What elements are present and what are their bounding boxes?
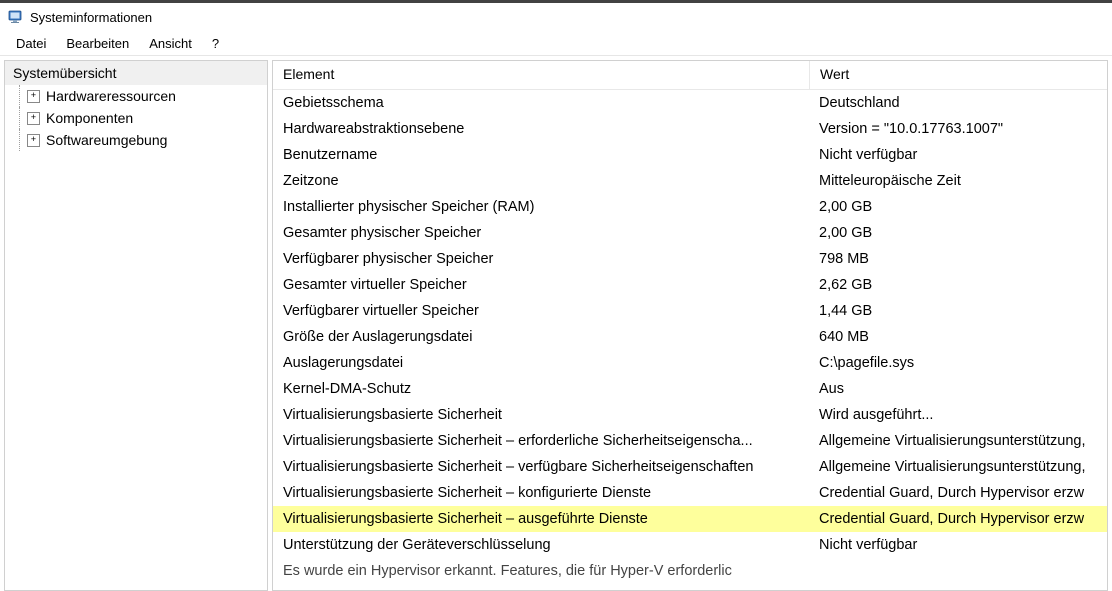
cell-element: Gesamter physischer Speicher: [273, 225, 809, 241]
tree-item-hardwareressourcen[interactable]: + Hardwareressourcen: [13, 85, 267, 107]
table-row[interactable]: Virtualisierungsbasierte Sicherheit – ve…: [273, 454, 1107, 480]
table-row[interactable]: AuslagerungsdateiC:\pagefile.sys: [273, 350, 1107, 376]
table-row[interactable]: ZeitzoneMitteleuropäische Zeit: [273, 168, 1107, 194]
table-row[interactable]: Unterstützung der GeräteverschlüsselungN…: [273, 532, 1107, 558]
title-bar: Systeminformationen: [0, 0, 1112, 31]
table-row[interactable]: Verfügbarer virtueller Speicher1,44 GB: [273, 298, 1107, 324]
table-row[interactable]: GebietsschemaDeutschland: [273, 90, 1107, 116]
cell-wert: Mitteleuropäische Zeit: [809, 173, 1107, 189]
cell-wert: Version = "10.0.17763.1007": [809, 121, 1107, 137]
table-row[interactable]: Virtualisierungsbasierte Sicherheit – er…: [273, 428, 1107, 454]
col-header-wert[interactable]: Wert: [809, 61, 1107, 89]
tree-expander-icon[interactable]: +: [27, 112, 40, 125]
tree-item-label: Komponenten: [46, 110, 133, 126]
app-icon: [8, 9, 24, 25]
cell-element: Es wurde ein Hypervisor erkannt. Feature…: [273, 563, 809, 579]
cell-wert: Wird ausgeführt...: [809, 407, 1107, 423]
tree-pane[interactable]: Systemübersicht + Hardwareressourcen + K…: [4, 60, 268, 591]
menu-help[interactable]: ?: [202, 34, 229, 53]
cell-wert: Deutschland: [809, 95, 1107, 111]
cell-element: Auslagerungsdatei: [273, 355, 809, 371]
tree-item-softwareumgebung[interactable]: + Softwareumgebung: [13, 129, 267, 151]
table-row[interactable]: Virtualisierungsbasierte SicherheitWird …: [273, 402, 1107, 428]
cell-wert: C:\pagefile.sys: [809, 355, 1107, 371]
cell-element: Zeitzone: [273, 173, 809, 189]
tree-expander-icon[interactable]: +: [27, 90, 40, 103]
cell-wert: 2,00 GB: [809, 225, 1107, 241]
cell-element: Benutzername: [273, 147, 809, 163]
cell-wert: 640 MB: [809, 329, 1107, 345]
cell-wert: 2,00 GB: [809, 199, 1107, 215]
tree-children: + Hardwareressourcen + Komponenten + Sof…: [5, 85, 267, 151]
cell-element: Virtualisierungsbasierte Sicherheit: [273, 407, 809, 423]
tree-line-icon: [13, 85, 27, 107]
table-row[interactable]: Gesamter virtueller Speicher2,62 GB: [273, 272, 1107, 298]
table-row[interactable]: HardwareabstraktionsebeneVersion = "10.0…: [273, 116, 1107, 142]
menu-view[interactable]: Ansicht: [139, 34, 202, 53]
table-row[interactable]: BenutzernameNicht verfügbar: [273, 142, 1107, 168]
cell-element: Verfügbarer physischer Speicher: [273, 251, 809, 267]
table-row[interactable]: Virtualisierungsbasierte Sicherheit – ko…: [273, 480, 1107, 506]
list-body[interactable]: GebietsschemaDeutschlandHardwareabstrakt…: [273, 90, 1107, 590]
cell-element: Gebietsschema: [273, 95, 809, 111]
cell-wert: Allgemeine Virtualisierungsunterstützung…: [809, 433, 1107, 449]
cell-wert: Nicht verfügbar: [809, 537, 1107, 553]
table-row[interactable]: Verfügbarer physischer Speicher798 MB: [273, 246, 1107, 272]
cell-wert: 798 MB: [809, 251, 1107, 267]
cell-wert: 2,62 GB: [809, 277, 1107, 293]
table-row[interactable]: Größe der Auslagerungsdatei640 MB: [273, 324, 1107, 350]
tree-item-komponenten[interactable]: + Komponenten: [13, 107, 267, 129]
table-row[interactable]: Installierter physischer Speicher (RAM)2…: [273, 194, 1107, 220]
menu-file[interactable]: Datei: [6, 34, 56, 53]
cell-element: Verfügbarer virtueller Speicher: [273, 303, 809, 319]
tree-line-icon: [13, 129, 27, 151]
list-pane: Element Wert GebietsschemaDeutschlandHar…: [272, 60, 1108, 591]
list-header: Element Wert: [273, 61, 1107, 90]
cell-element: Virtualisierungsbasierte Sicherheit – au…: [273, 511, 809, 527]
window-title: Systeminformationen: [30, 10, 152, 25]
cell-element: Größe der Auslagerungsdatei: [273, 329, 809, 345]
cell-wert: 1,44 GB: [809, 303, 1107, 319]
cell-element: Gesamter virtueller Speicher: [273, 277, 809, 293]
table-row[interactable]: Es wurde ein Hypervisor erkannt. Feature…: [273, 558, 1107, 584]
tree-item-label: Hardwareressourcen: [46, 88, 176, 104]
content-area: Systemübersicht + Hardwareressourcen + K…: [0, 55, 1112, 591]
cell-wert: Allgemeine Virtualisierungsunterstützung…: [809, 459, 1107, 475]
cell-wert: Credential Guard, Durch Hypervisor erzw: [809, 511, 1107, 527]
tree-expander-icon[interactable]: +: [27, 134, 40, 147]
cell-element: Kernel-DMA-Schutz: [273, 381, 809, 397]
table-row[interactable]: Kernel-DMA-SchutzAus: [273, 376, 1107, 402]
menu-edit[interactable]: Bearbeiten: [56, 34, 139, 53]
tree-line-icon: [13, 107, 27, 129]
table-row[interactable]: Gesamter physischer Speicher2,00 GB: [273, 220, 1107, 246]
menu-bar: Datei Bearbeiten Ansicht ?: [0, 31, 1112, 55]
cell-wert: Credential Guard, Durch Hypervisor erzw: [809, 485, 1107, 501]
cell-element: Hardwareabstraktionsebene: [273, 121, 809, 137]
tree-item-label: Softwareumgebung: [46, 132, 167, 148]
cell-element: Virtualisierungsbasierte Sicherheit – er…: [273, 433, 809, 449]
cell-element: Unterstützung der Geräteverschlüsselung: [273, 537, 809, 553]
table-row[interactable]: Virtualisierungsbasierte Sicherheit – au…: [273, 506, 1107, 532]
cell-element: Virtualisierungsbasierte Sicherheit – ko…: [273, 485, 809, 501]
cell-wert: Aus: [809, 381, 1107, 397]
cell-wert: Nicht verfügbar: [809, 147, 1107, 163]
cell-element: Installierter physischer Speicher (RAM): [273, 199, 809, 215]
tree-root[interactable]: Systemübersicht: [5, 61, 267, 85]
col-header-element[interactable]: Element: [273, 61, 809, 89]
cell-element: Virtualisierungsbasierte Sicherheit – ve…: [273, 459, 809, 475]
